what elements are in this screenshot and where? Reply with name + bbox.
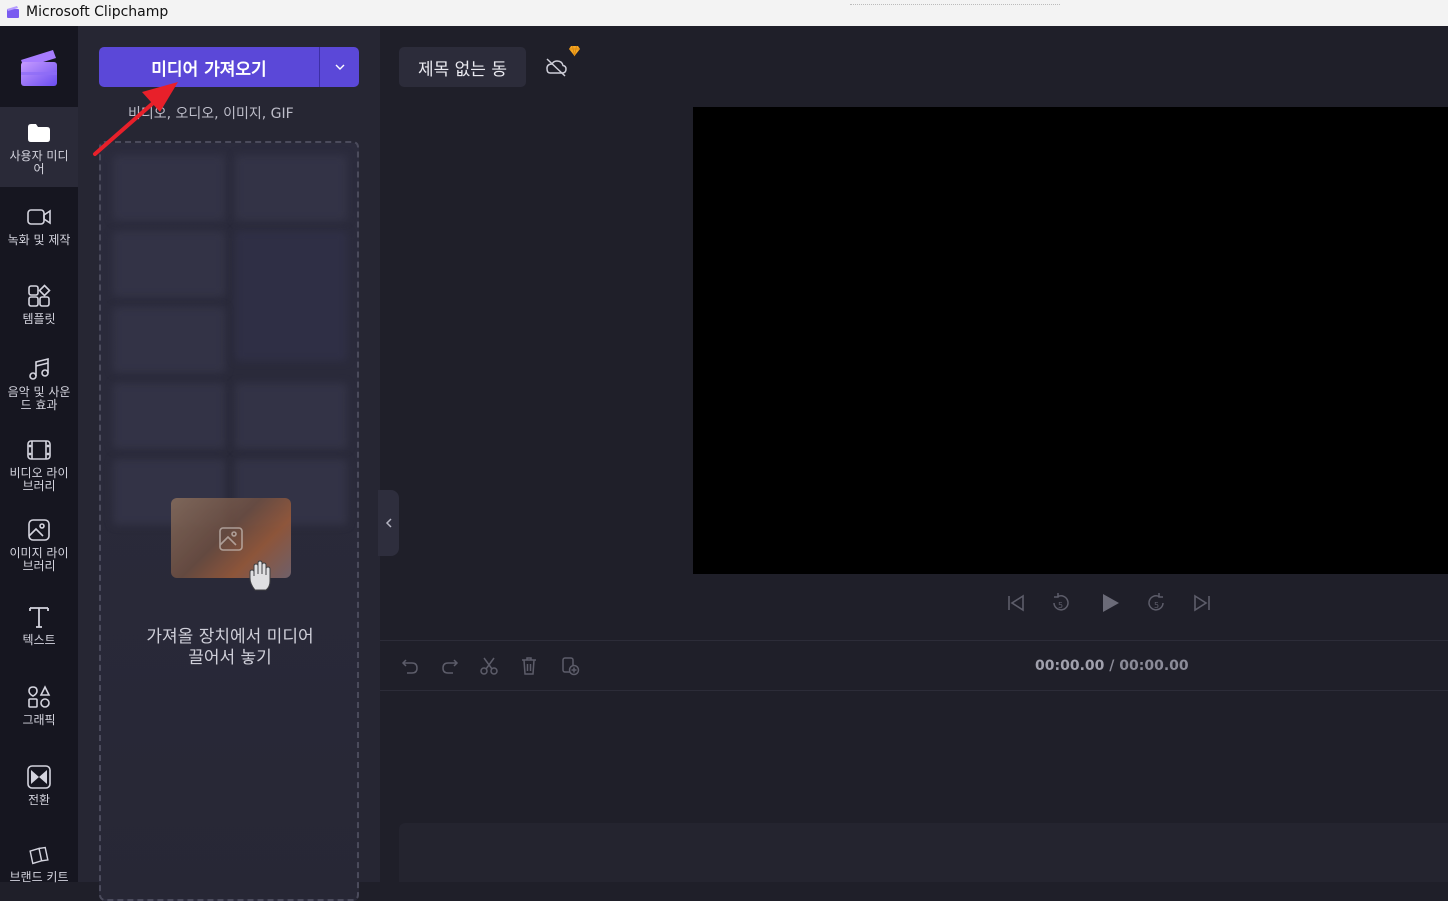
image-icon: [219, 527, 243, 551]
time-separator: /: [1104, 658, 1120, 674]
skip-to-start-button[interactable]: [1001, 588, 1031, 618]
forward-5-icon: 5: [1148, 593, 1164, 611]
rail-item-label: 브랜드 키트: [9, 870, 69, 884]
title-bar: Microsoft Clipchamp: [0, 0, 1448, 26]
timecode-display: 00:00.00 / 00:00.00: [1035, 658, 1189, 674]
annotation-arrow-icon: [93, 82, 178, 156]
rail-item-label: 그래픽: [22, 713, 56, 727]
placeholder-thumbnail: [113, 307, 225, 373]
rail-item-graphics[interactable]: 그래픽: [0, 684, 78, 754]
redo-button[interactable]: [439, 655, 461, 677]
rail-item-label: 비디오 라이 브러리: [9, 466, 69, 493]
rail-item-label: 이미지 라이 브러리: [9, 546, 69, 573]
brand-kit-icon: [29, 846, 49, 865]
media-drop-zone[interactable]: 가져올 장치에서 미디어 끌어서 놓기: [99, 141, 359, 901]
placeholder-thumbnail: [235, 231, 347, 361]
folder-icon: [28, 124, 50, 142]
premium-diamond-icon: [569, 45, 580, 57]
chevron-left-icon: [385, 518, 392, 528]
placeholder-thumbnail: [235, 383, 347, 449]
duplicate-button[interactable]: [559, 655, 581, 677]
shapes-icon: [28, 685, 51, 708]
timeline-toolbar: 00:00.00 / 00:00.00: [380, 640, 1448, 691]
timeline-track-area[interactable]: [399, 823, 1448, 882]
rail-item-record-create[interactable]: 녹화 및 제작: [0, 204, 78, 274]
placeholder-thumbnail: [113, 231, 225, 297]
clipchamp-app-icon: [7, 6, 19, 18]
text-icon: [29, 607, 49, 628]
rail-item-label: 음악 및 사운 드 효과: [7, 385, 71, 412]
rail-item-templates[interactable]: 템플릿: [0, 283, 78, 353]
left-navigation-rail: 사용자 미디 어 녹화 및 제작 템플릿 음악 및 사운 드 효과 비디오 라이…: [0, 26, 78, 884]
film-icon: [27, 440, 51, 460]
rail-item-video-library[interactable]: 비디오 라이 브러리: [0, 437, 78, 517]
play-button[interactable]: [1095, 588, 1125, 618]
import-options-dropdown[interactable]: [319, 47, 359, 87]
skip-forward-icon: [1194, 594, 1210, 612]
transition-icon: [27, 765, 51, 789]
current-time: 00:00.00: [1035, 658, 1105, 674]
rail-item-brand-kit[interactable]: 브랜드 키트: [0, 844, 78, 884]
placeholder-thumbnail: [113, 155, 225, 221]
skip-back-icon: [1008, 594, 1024, 612]
play-icon: [1103, 594, 1119, 612]
duplicate-icon: [562, 657, 580, 676]
rail-item-image-library[interactable]: 이미지 라이 브러리: [0, 517, 78, 597]
redo-icon: [442, 659, 459, 674]
forward-5s-button[interactable]: 5: [1141, 588, 1171, 618]
undo-button[interactable]: [399, 655, 421, 677]
templates-icon: [28, 284, 51, 307]
video-camera-icon: [27, 209, 51, 225]
rail-item-text[interactable]: 텍스트: [0, 604, 78, 674]
placeholder-thumbnail: [113, 383, 225, 449]
rail-item-label: 템플릿: [22, 312, 56, 326]
rewind-5-icon: 5: [1053, 593, 1069, 611]
placeholder-thumbnail: [235, 155, 347, 221]
collapse-panel-button[interactable]: [378, 490, 399, 556]
drop-illustration: [171, 498, 291, 591]
image-icon: [28, 519, 50, 541]
chevron-down-icon: [335, 64, 344, 70]
skip-to-end-button[interactable]: [1187, 588, 1217, 618]
hand-cursor-icon: [249, 560, 271, 591]
rail-item-label: 녹화 및 제작: [7, 233, 71, 247]
drop-zone-instruction: 가져올 장치에서 미디어 끌어서 놓기: [146, 627, 314, 668]
window-title: Microsoft Clipchamp: [26, 4, 169, 20]
rewind-5s-button[interactable]: 5: [1046, 588, 1076, 618]
rail-item-label: 사용자 미디 어: [9, 149, 69, 176]
delete-button[interactable]: [518, 655, 540, 677]
total-time: 00:00.00: [1119, 658, 1189, 674]
scissors-icon: [480, 657, 498, 675]
project-title-button[interactable]: 제목 없는 동: [399, 47, 526, 87]
undo-icon: [401, 659, 418, 674]
svg-text:5: 5: [1154, 601, 1159, 610]
split-button[interactable]: [478, 655, 500, 677]
music-note-icon: [29, 357, 49, 380]
rail-item-label: 전환: [27, 793, 51, 807]
video-preview-canvas[interactable]: [693, 107, 1448, 574]
title-drag-region: [850, 4, 1060, 6]
rail-item-transitions[interactable]: 전환: [0, 764, 78, 834]
clipchamp-logo-icon[interactable]: [19, 46, 59, 88]
trash-icon: [522, 657, 536, 675]
rail-item-label: 텍스트: [22, 633, 56, 647]
cloud-off-icon: [546, 58, 567, 77]
rail-item-your-media[interactable]: 사용자 미디 어: [0, 107, 78, 187]
rail-item-music-sfx[interactable]: 음악 및 사운 드 효과: [0, 356, 78, 436]
svg-text:5: 5: [1058, 601, 1063, 610]
